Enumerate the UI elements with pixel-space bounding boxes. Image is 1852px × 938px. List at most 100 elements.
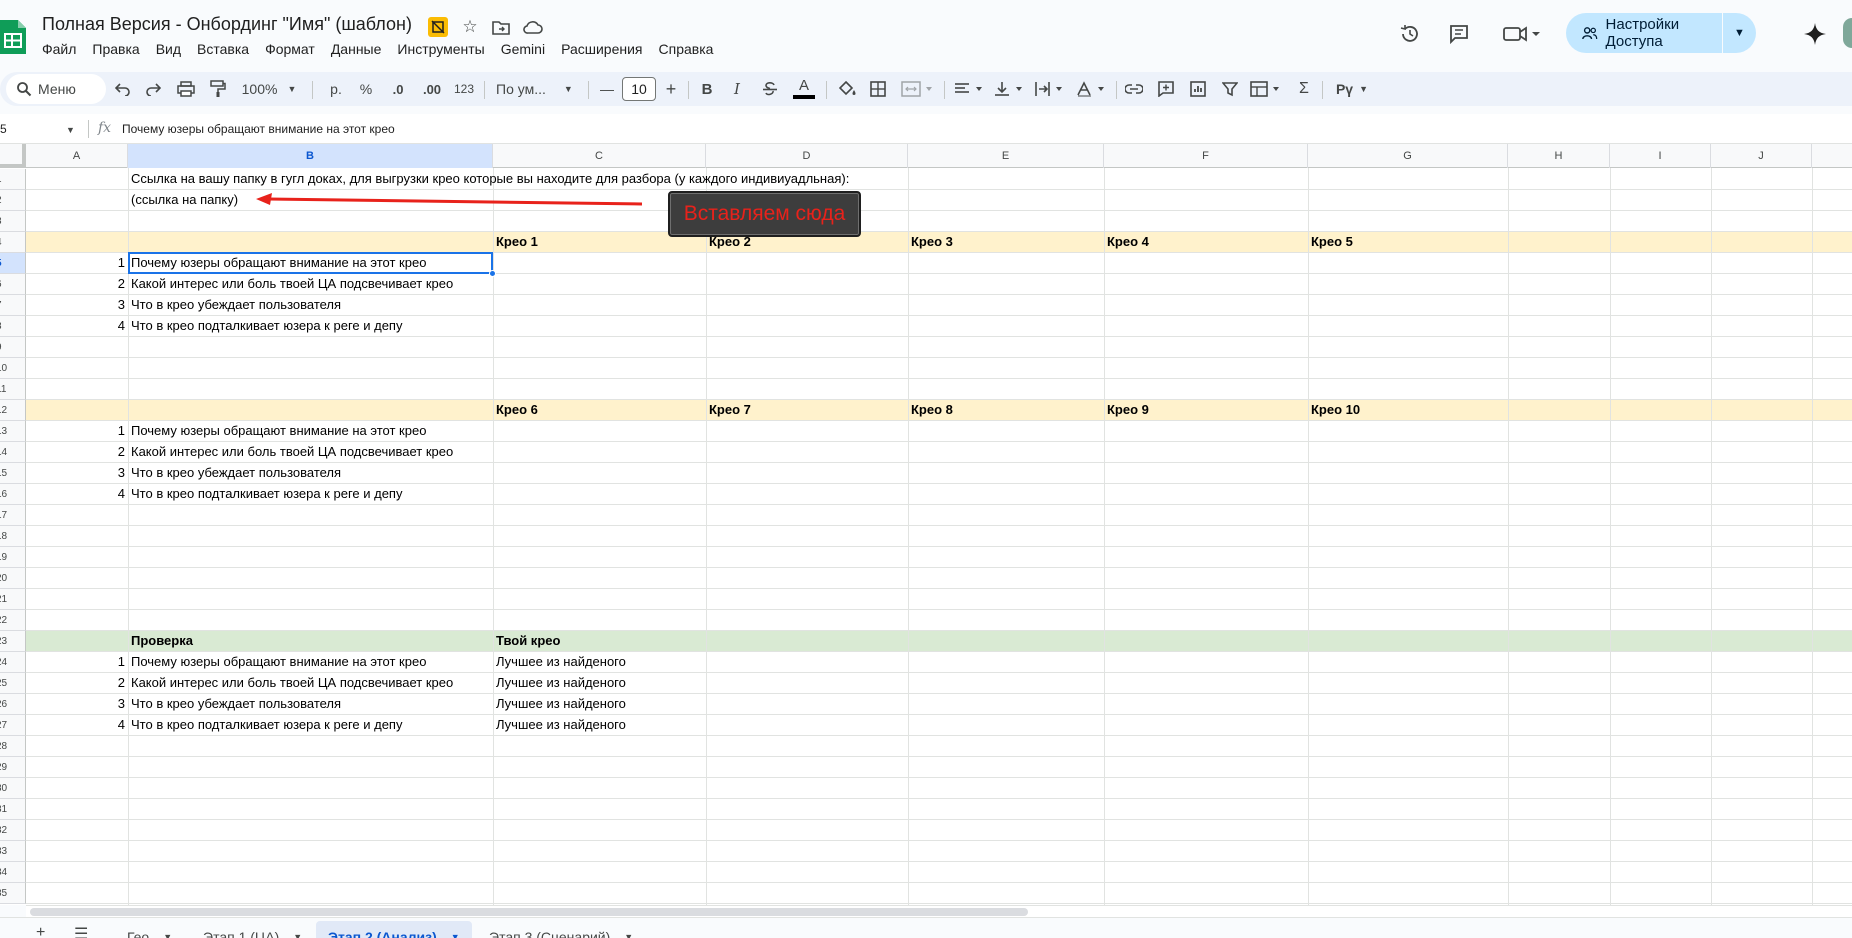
cell-c25[interactable]: Лучшее из найденого xyxy=(496,673,626,694)
column-header-c[interactable]: C xyxy=(493,144,706,168)
vertical-align-icon[interactable] xyxy=(992,72,1028,106)
header-creo-8[interactable]: Крео 8 xyxy=(911,400,953,421)
row-header-19[interactable]: 19 xyxy=(0,547,26,568)
share-button[interactable]: Настройки Доступа ▼ xyxy=(1566,13,1756,53)
more-formats-button[interactable]: 123 xyxy=(452,72,476,106)
chevron-down-icon[interactable]: ▼ xyxy=(66,125,75,135)
sheets-logo-icon[interactable] xyxy=(0,20,26,54)
menu-edit[interactable]: Правка xyxy=(84,40,147,58)
header-check[interactable]: Проверка xyxy=(131,631,193,652)
menu-insert[interactable]: Вставка xyxy=(189,40,257,58)
currency-format-button[interactable]: р. xyxy=(326,72,346,106)
cell-b25[interactable]: Какой интерес или боль твоей ЦА подсвечи… xyxy=(131,673,453,694)
row-header-12[interactable]: 12 xyxy=(0,400,26,421)
move-folder-icon[interactable] xyxy=(490,16,512,38)
row-header-10[interactable]: 10 xyxy=(0,358,26,379)
header-creo-5[interactable]: Крео 5 xyxy=(1311,232,1353,253)
row-header-1[interactable]: 1 xyxy=(0,169,26,190)
cell-a16[interactable]: 4 xyxy=(26,484,125,505)
version-history-icon[interactable] xyxy=(1396,20,1424,48)
row-header-32[interactable]: 32 xyxy=(0,820,26,841)
row-header-22[interactable]: 22 xyxy=(0,610,26,631)
row-header-20[interactable]: 20 xyxy=(0,568,26,589)
increase-decimal-button[interactable]: .00 xyxy=(418,72,446,106)
merge-cells-icon[interactable] xyxy=(898,72,938,106)
cell-b1[interactable]: Ссылка на вашу папку в гугл доках, для в… xyxy=(131,169,849,190)
no-sync-badge-icon[interactable] xyxy=(428,17,448,37)
menu-file[interactable]: Файл xyxy=(42,40,84,58)
row-header-27[interactable]: 27 xyxy=(0,715,26,736)
row-header-24[interactable]: 24 xyxy=(0,652,26,673)
cell-a14[interactable]: 2 xyxy=(26,442,125,463)
row-header-18[interactable]: 18 xyxy=(0,526,26,547)
menu-data[interactable]: Данные xyxy=(323,40,390,58)
paint-format-icon[interactable] xyxy=(206,72,230,106)
cell-a5[interactable]: 1 xyxy=(26,253,125,274)
decrease-decimal-button[interactable]: .0 xyxy=(385,72,411,106)
strikethrough-icon[interactable] xyxy=(758,72,782,106)
cell-b14[interactable]: Какой интерес или боль твоей ЦА подсвечи… xyxy=(131,442,453,463)
text-color-button[interactable]: A xyxy=(792,72,816,106)
cell-a26[interactable]: 3 xyxy=(26,694,125,715)
cell-b2[interactable]: (ссылка на папку) xyxy=(131,190,238,211)
horizontal-align-icon[interactable] xyxy=(952,72,988,106)
header-creo-9[interactable]: Крео 9 xyxy=(1107,400,1149,421)
header-creo-3[interactable]: Крео 3 xyxy=(911,232,953,253)
select-all-corner[interactable] xyxy=(0,144,26,168)
row-header-33[interactable]: 33 xyxy=(0,841,26,862)
row-header-29[interactable]: 29 xyxy=(0,757,26,778)
meet-icon[interactable] xyxy=(1500,20,1544,48)
menu-tools[interactable]: Инструменты xyxy=(389,40,492,58)
borders-icon[interactable] xyxy=(866,72,890,106)
row-header-34[interactable]: 34 xyxy=(0,862,26,883)
row-header-9[interactable]: 9 xyxy=(0,337,26,358)
row-header-4[interactable]: 4 xyxy=(0,232,26,253)
sheet-tab-stage-1[interactable]: Этап 1 (ЦА) ▼ xyxy=(203,921,302,938)
font-size-input[interactable]: 10 xyxy=(622,77,656,101)
chevron-down-icon[interactable]: ▼ xyxy=(451,932,460,938)
row-header-8[interactable]: 8 xyxy=(0,316,26,337)
cell-b27[interactable]: Что в крео подталкивает юзера к реге и д… xyxy=(131,715,402,736)
menu-format[interactable]: Формат xyxy=(257,40,323,58)
cell-b8[interactable]: Что в крео подталкивает юзера к реге и д… xyxy=(131,316,402,337)
header-creo-1[interactable]: Крео 1 xyxy=(496,232,538,253)
gemini-spark-icon[interactable] xyxy=(1801,20,1829,48)
row-header-35[interactable]: 35 xyxy=(0,883,26,904)
row-header-6[interactable]: 6 xyxy=(0,274,26,295)
insert-link-icon[interactable] xyxy=(1122,72,1146,106)
cell-a6[interactable]: 2 xyxy=(26,274,125,295)
menu-extensions[interactable]: Расширения xyxy=(553,40,650,58)
fill-color-icon[interactable] xyxy=(836,72,860,106)
row-header-16[interactable]: 16 xyxy=(0,484,26,505)
cloud-status-icon[interactable] xyxy=(522,16,544,38)
font-select[interactable]: По ум... ▼ xyxy=(496,72,578,106)
horizontal-scrollbar-thumb[interactable] xyxy=(30,908,1028,916)
column-header-h[interactable]: H xyxy=(1508,144,1610,168)
row-header-30[interactable]: 30 xyxy=(0,778,26,799)
cell-a15[interactable]: 3 xyxy=(26,463,125,484)
cell-c24[interactable]: Лучшее из найденого xyxy=(496,652,626,673)
chevron-down-icon[interactable]: ▼ xyxy=(163,932,172,938)
cell-b7[interactable]: Что в крео убеждает пользователя xyxy=(131,295,341,316)
column-header-e[interactable]: E xyxy=(908,144,1104,168)
header-creo-10[interactable]: Крео 10 xyxy=(1311,400,1360,421)
cell-b24[interactable]: Почему юзеры обращают внимание на этот к… xyxy=(131,652,426,673)
spreadsheet-grid[interactable]: A B C D E F G H I J Ссылка на вашу папку… xyxy=(0,144,1852,905)
cell-a25[interactable]: 2 xyxy=(26,673,125,694)
header-creo-6[interactable]: Крео 6 xyxy=(496,400,538,421)
share-dropdown-icon[interactable]: ▼ xyxy=(1723,13,1756,53)
cell-b13[interactable]: Почему юзеры обращают внимание на этот к… xyxy=(131,421,426,442)
header-creo-7[interactable]: Крео 7 xyxy=(709,400,751,421)
column-header-j[interactable]: J xyxy=(1711,144,1812,168)
undo-icon[interactable] xyxy=(112,72,134,106)
menu-gemini[interactable]: Gemini xyxy=(493,40,553,58)
row-header-31[interactable]: 31 xyxy=(0,799,26,820)
cell-a7[interactable]: 3 xyxy=(26,295,125,316)
filter-icon[interactable] xyxy=(1218,72,1242,106)
redo-icon[interactable] xyxy=(142,72,164,106)
add-sheet-icon[interactable]: + xyxy=(36,924,45,938)
row-header-25[interactable]: 25 xyxy=(0,673,26,694)
cell-b26[interactable]: Что в крео убеждает пользователя xyxy=(131,694,341,715)
text-wrap-icon[interactable] xyxy=(1032,72,1068,106)
insert-chart-icon[interactable] xyxy=(1186,72,1210,106)
